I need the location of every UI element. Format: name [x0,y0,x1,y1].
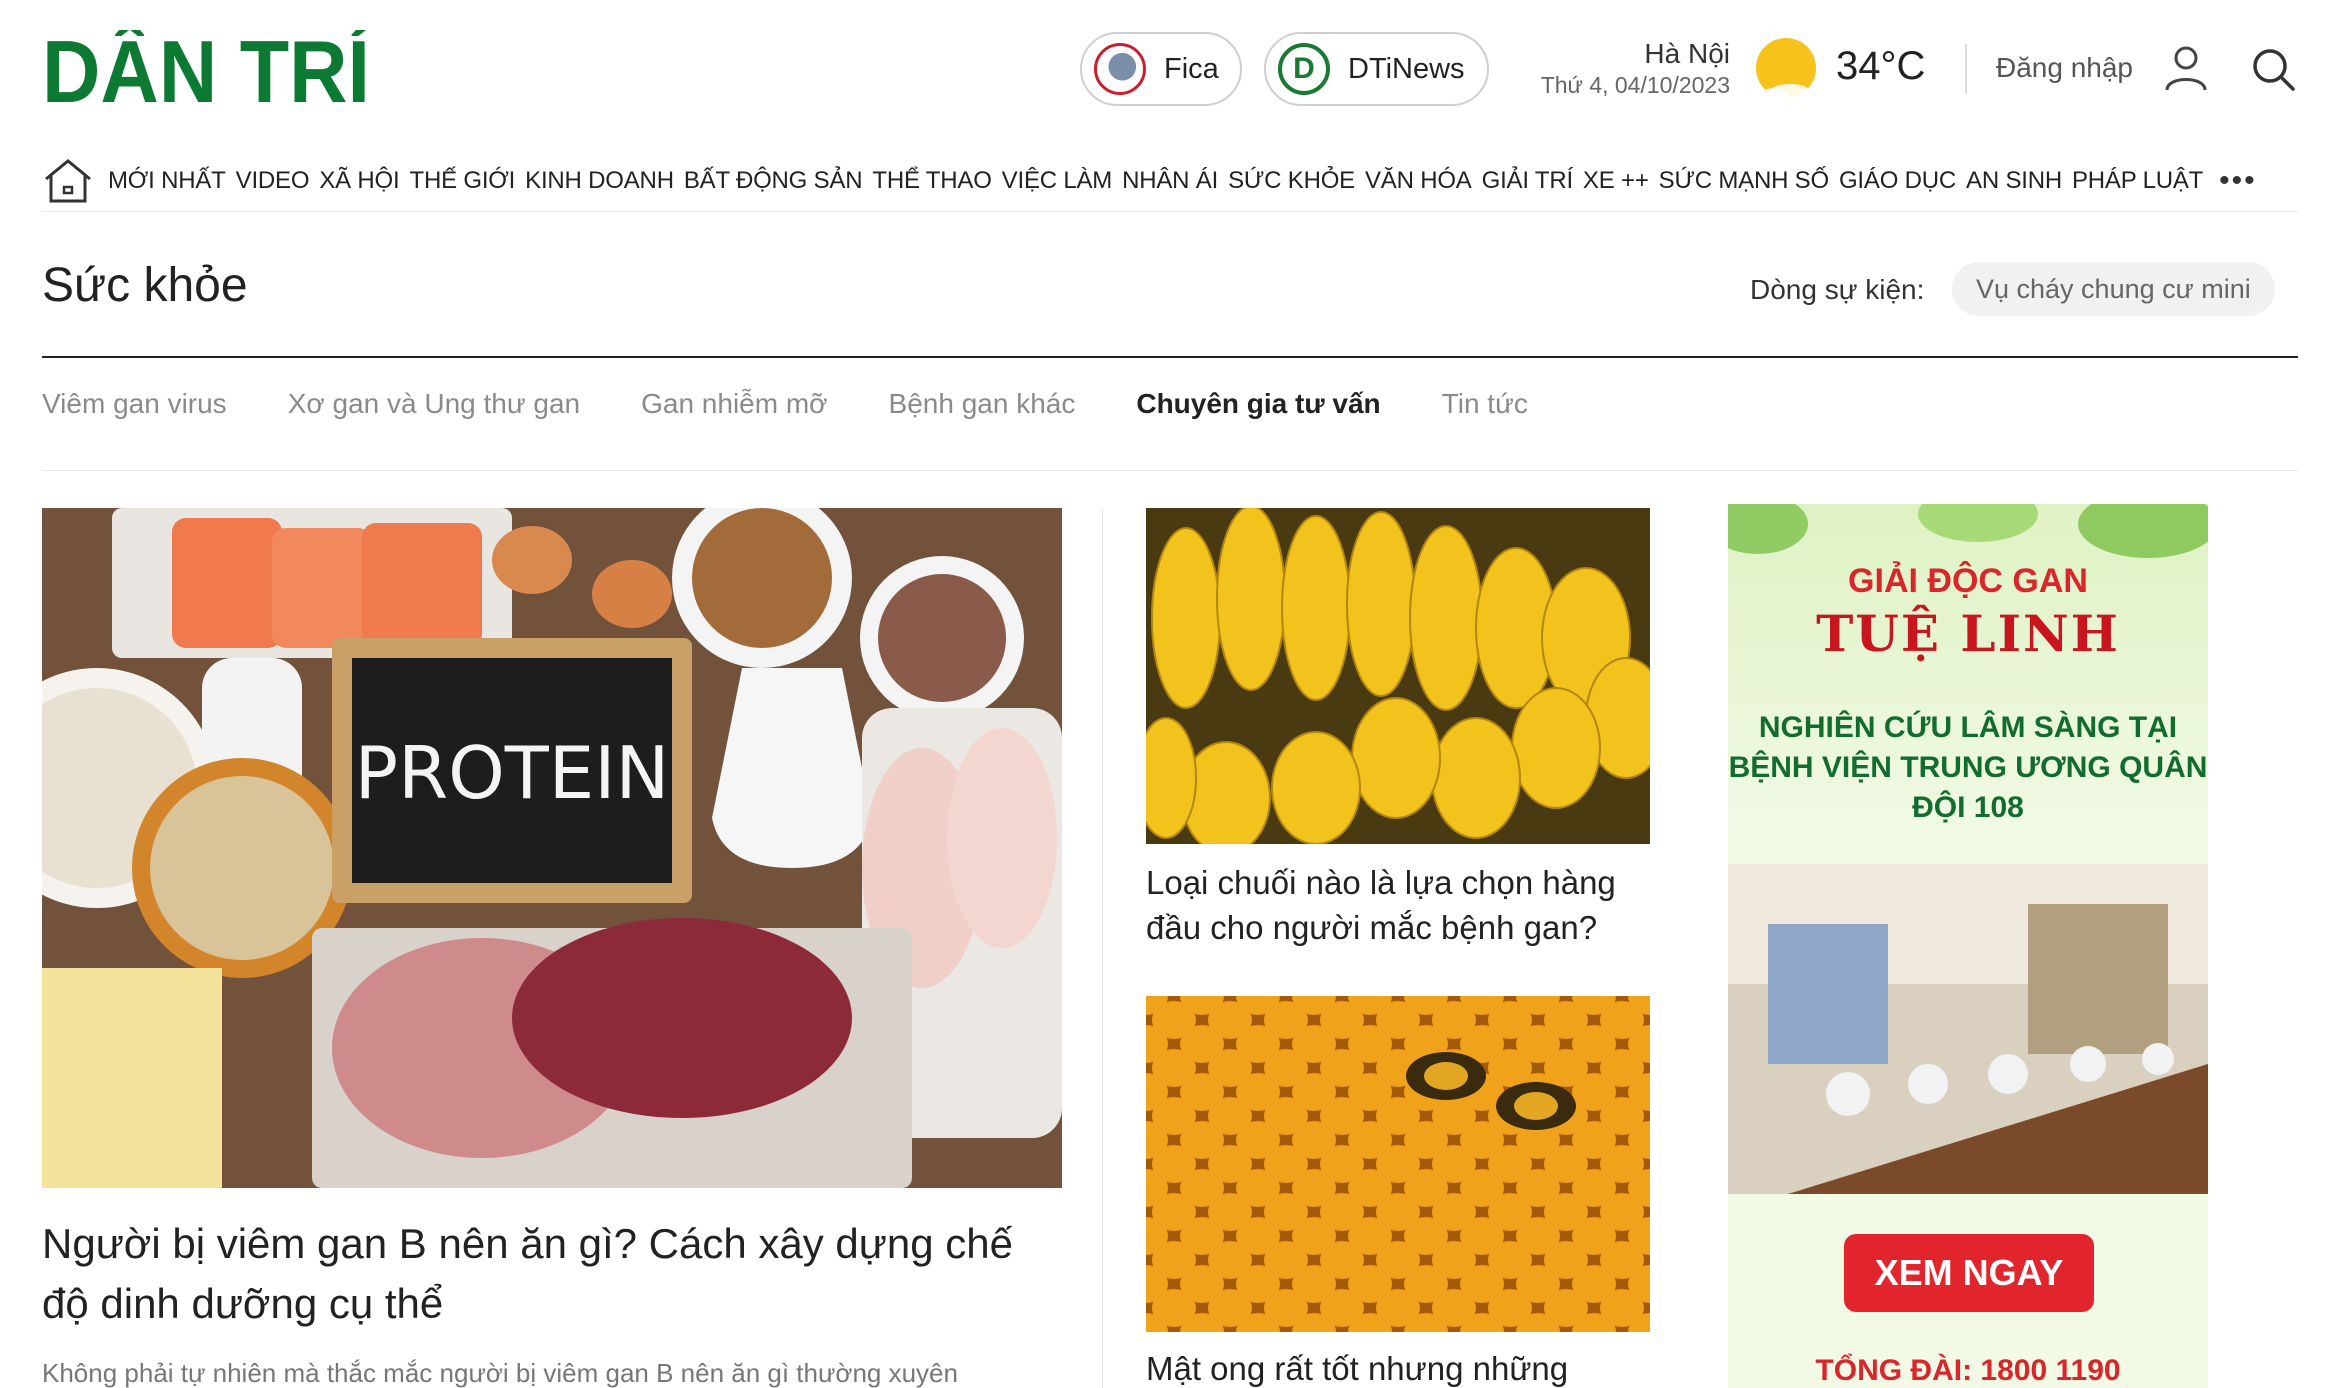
subnav-gan-nhiem-mo[interactable]: Gan nhiễm mỡ [641,388,827,420]
banana-illustration [1146,508,1650,844]
home-icon[interactable] [42,157,94,205]
ad-cta-button[interactable]: XEM NGAY [1844,1234,2094,1312]
weather-temperature: 34°C [1836,44,1926,88]
nav-item-kinh-doanh[interactable]: KINH DOANH [525,167,674,195]
nav-item-phap-luat[interactable]: PHÁP LUẬT [2072,167,2203,195]
subnav-chuyen-gia-tu-van[interactable]: Chuyên gia tư vấn [1136,388,1380,420]
nav-item-moi-nhat[interactable]: MỚI NHẤT [108,167,226,195]
main-article-title[interactable]: Người bị viêm gan B nên ăn gì? Cách xây … [42,1214,1062,1334]
banana-article-image[interactable] [1146,508,1650,844]
ad-headline: GIẢI ĐỘC GAN [1848,562,2088,600]
header-divider [1965,44,1967,94]
nav-item-giai-tri[interactable]: GIẢI TRÍ [1482,167,1574,195]
ad-hotline: TỔNG ĐÀI: 1800 1190 [1815,1354,2121,1387]
search-icon[interactable] [2250,46,2296,92]
weather-city: Hà Nội [1644,38,1730,69]
subnav-tin-tuc[interactable]: Tin tức [1442,388,1528,420]
section-divider [42,356,2298,358]
protein-chalk-text: PROTEIN [355,731,670,815]
nav-item-suc-khoe[interactable]: SỨC KHỎE [1228,167,1355,195]
dtinews-label: DTiNews [1348,52,1465,85]
protein-foods-illustration: PROTEIN [42,508,1062,1188]
column-divider [1102,508,1103,1388]
honeycomb-illustration [1146,996,1650,1332]
nav-item-the-thao[interactable]: THỂ THAO [872,167,992,195]
dtinews-logo-icon: D [1278,43,1330,95]
main-nav: MỚI NHẤT VIDEO XÃ HỘI THẾ GIỚI KINH DOAN… [42,150,2298,212]
user-icon[interactable] [2164,44,2208,92]
honey-article-image[interactable] [1146,996,1650,1332]
login-link[interactable]: Đăng nhập [1996,52,2133,84]
nav-item-bat-dong-san[interactable]: BẤT ĐỘNG SẢN [684,167,863,195]
main-article-summary: Không phải tự nhiên mà thắc mắc người bị… [42,1358,958,1388]
more-menu-icon[interactable]: ••• [2219,164,2257,198]
section-title[interactable]: Sức khỏe [42,258,248,313]
dantri-logo-mark: DÂN TRÍ [42,22,372,121]
nav-item-xa-hoi[interactable]: XÃ HỘI [319,167,399,195]
honey-article-title[interactable]: Mật ong rất tốt nhưng những [1146,1346,1656,1388]
nav-item-an-sinh[interactable]: AN SINH [1966,167,2062,195]
sun-cloud-icon [1756,38,1816,104]
meeting-room-illustration [1728,864,2208,1194]
ad-meeting-photo [1728,864,2208,1194]
nav-item-viec-lam[interactable]: VIỆC LÀM [1002,167,1113,195]
event-label: Dòng sự kiện: [1750,274,1925,305]
subnav-divider [42,470,2298,471]
nav-item-nhan-ai[interactable]: NHÂN ÁI [1122,167,1218,195]
event-tag[interactable]: Vụ cháy chung cư mini [1952,262,2275,316]
svg-text:DÂN TRÍ: DÂN TRÍ [42,30,372,108]
ad-brand-name: TUỆ LINH [1816,604,2120,663]
fica-globe-icon [1094,43,1146,95]
nav-item-video[interactable]: VIDEO [236,167,310,195]
nav-item-van-hoa[interactable]: VĂN HÓA [1365,167,1472,195]
fica-link[interactable]: Fica [1080,32,1242,106]
banana-article-title[interactable]: Loại chuối nào là lựa chọn hàng đầu cho … [1146,860,1656,950]
nav-item-giao-duc[interactable]: GIÁO DỤC [1839,167,1956,195]
subnav-xo-gan-ung-thu-gan[interactable]: Xơ gan và Ung thư gan [288,388,580,420]
fica-label: Fica [1164,52,1219,85]
subnav-viem-gan-virus[interactable]: Viêm gan virus [42,388,227,420]
nav-item-the-gioi[interactable]: THẾ GIỚI [409,167,515,195]
weather-date: Thứ 4, 04/10/2023 [1540,72,1730,98]
nav-item-xe[interactable]: XE ++ [1583,167,1649,195]
ad-subtitle: NGHIÊN CỨU LÂM SÀNG TẠI BỆNH VIỆN TRUNG … [1728,711,2208,824]
main-article-image[interactable]: PROTEIN [42,508,1062,1188]
dtinews-link[interactable]: D DTiNews [1264,32,1489,106]
nav-item-suc-manh-so[interactable]: SỨC MẠNH SỐ [1659,167,1830,195]
sidebar-advertisement[interactable]: GIẢI ĐỘC GAN TUỆ LINH NGHIÊN CỨU LÂM SÀN… [1728,504,2208,1388]
subnav-benh-gan-khac[interactable]: Bệnh gan khác [889,388,1076,420]
dantri-logo[interactable]: DÂN TRÍ [42,22,372,121]
section-subnav: Viêm gan virus Xơ gan và Ung thư gan Gan… [42,384,1589,424]
nav-divider [42,211,2298,212]
